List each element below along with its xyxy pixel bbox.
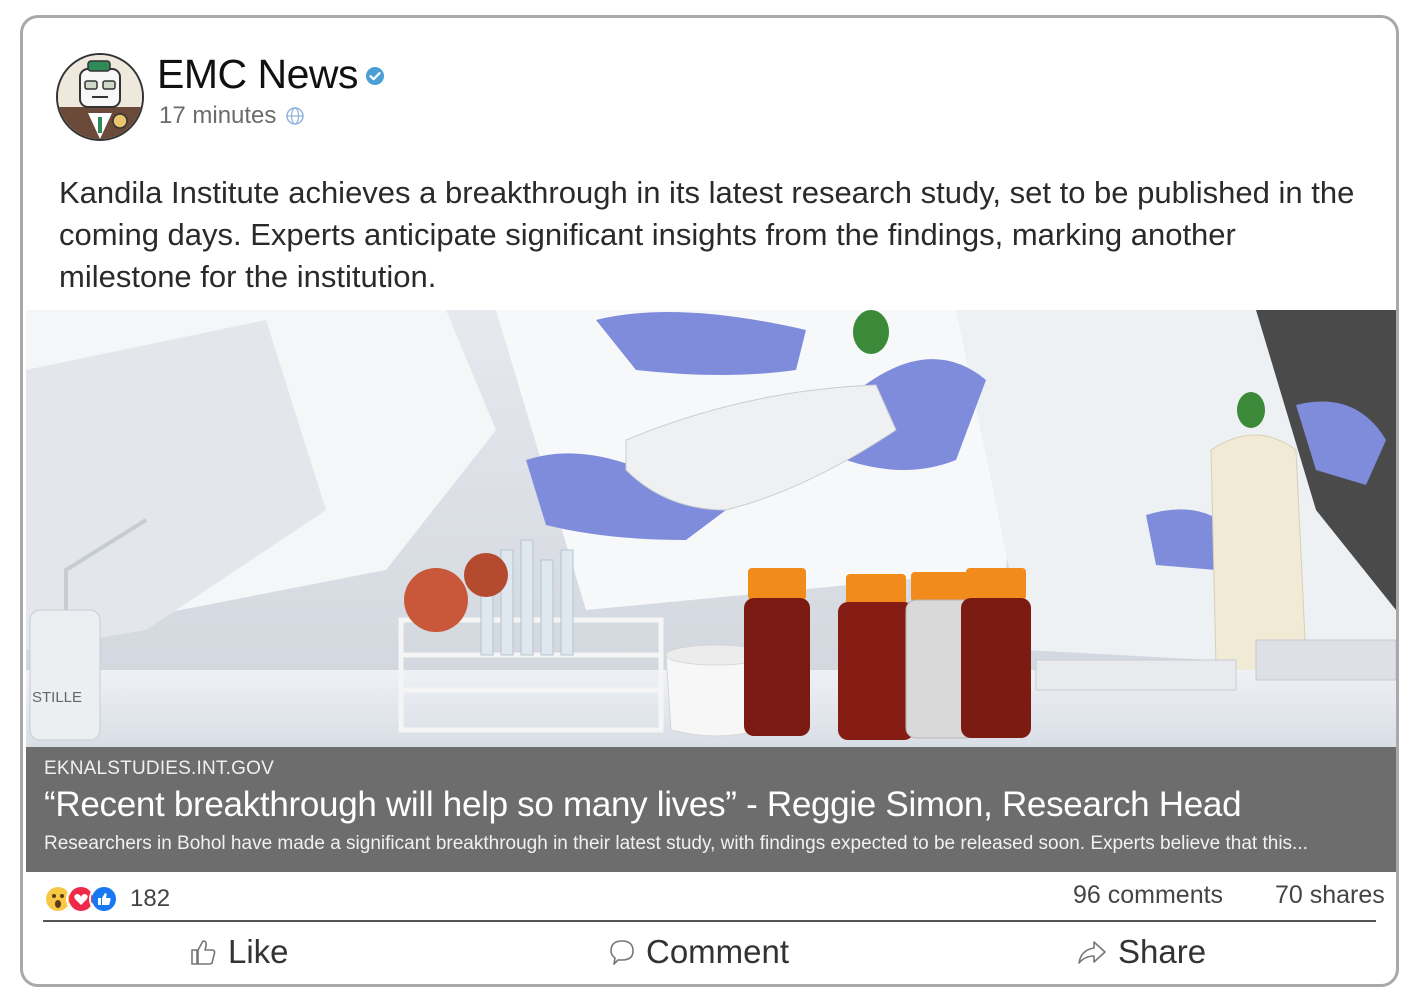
reaction-summary[interactable]: 182 [43, 884, 170, 914]
link-preview[interactable]: EKNALSTUDIES.INT.GOV “Recent breakthroug… [26, 747, 1396, 872]
link-domain: EKNALSTUDIES.INT.GOV [44, 758, 274, 779]
shares-count[interactable]: 70 shares [1275, 881, 1385, 910]
reactions-count: 182 [130, 885, 171, 912]
link-title[interactable]: “Recent breakthrough will help so many l… [44, 785, 1242, 825]
like-icon [89, 884, 119, 914]
link-description: Researchers in Bohol have made a signifi… [44, 833, 1308, 854]
bottle-label: STILLE [32, 689, 82, 706]
comment-bubble-icon [610, 940, 634, 965]
comment-button[interactable]: Comment [608, 930, 789, 974]
robot-avatar-icon [58, 55, 142, 139]
thumbs-up-icon [191, 940, 216, 965]
verified-badge-icon [366, 67, 384, 85]
post-photo[interactable]: STILLE [26, 310, 1396, 747]
post-meta: 17 minutes [159, 102, 306, 130]
share-button[interactable]: Share [1076, 930, 1206, 974]
globe-icon [286, 107, 305, 125]
post-body: Kandila Institute achieves a breakthroug… [59, 175, 1355, 294]
post-card: EMC News 17 minutes Kandila Institute ac… [20, 15, 1399, 987]
comment-label: Comment [646, 933, 790, 970]
like-button[interactable]: Like [188, 930, 289, 974]
share-arrow-icon [1078, 941, 1106, 964]
author-avatar[interactable] [56, 53, 144, 141]
lab-photo-illustration: STILLE [26, 310, 1396, 747]
post-time[interactable]: 17 minutes [159, 102, 276, 130]
comments-count[interactable]: 96 comments [1073, 881, 1223, 910]
like-label: Like [228, 933, 289, 970]
share-label: Share [1118, 933, 1207, 970]
actions-divider [43, 920, 1376, 922]
author-name[interactable]: EMC News [157, 51, 359, 98]
